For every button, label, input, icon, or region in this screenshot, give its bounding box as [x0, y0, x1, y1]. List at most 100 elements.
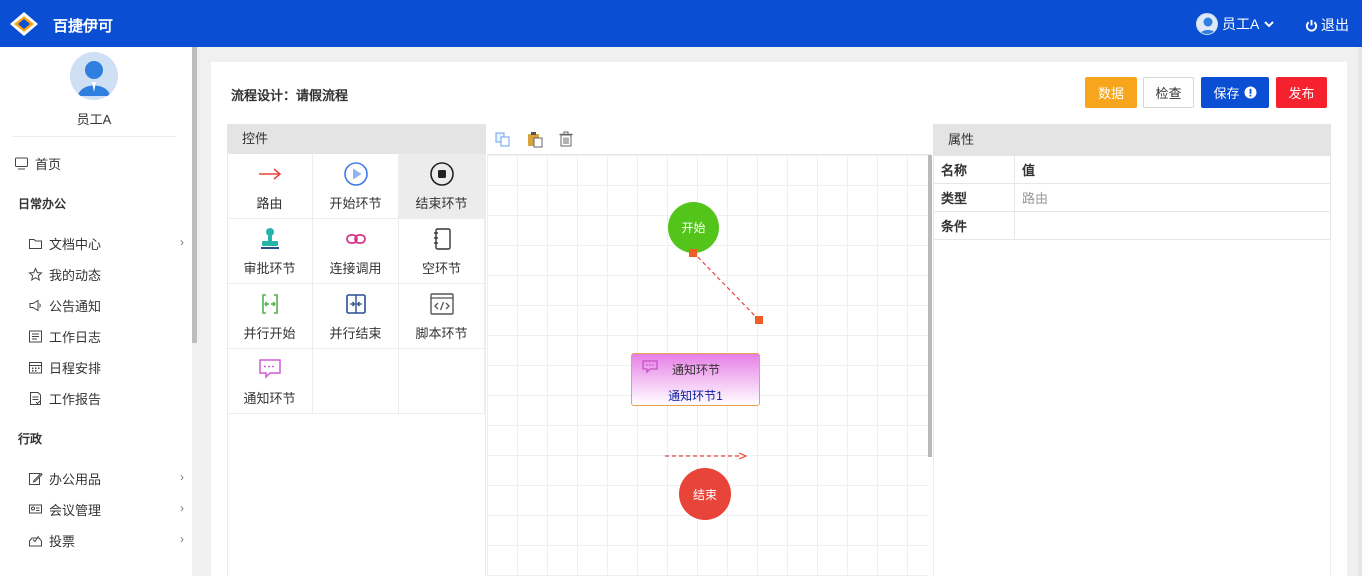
connection-handle[interactable] [755, 316, 763, 324]
palette-item-end[interactable]: 结束环节 [399, 154, 485, 219]
link-icon [345, 233, 366, 244]
sidebar-item-my-activity[interactable]: 我的动态 [28, 263, 188, 285]
connection-handle[interactable] [689, 249, 697, 257]
sidebar-item-home[interactable]: 首页 [14, 154, 61, 173]
canvas-scrollbar[interactable] [928, 155, 932, 457]
sidebar-item-work-log[interactable]: 工作日志 [28, 325, 188, 347]
stop-circle-icon [429, 161, 454, 186]
megaphone-icon [29, 299, 41, 311]
palette-item-empty[interactable]: 空环节 [399, 219, 485, 284]
user-name: 员工A [1222, 16, 1260, 32]
publish-button[interactable]: 发布 [1276, 77, 1327, 108]
sidebar-item-label: 投票 [49, 533, 76, 549]
chevron-right-icon: › [180, 501, 184, 515]
sidebar-item-meetings[interactable]: 会议管理 › [28, 498, 188, 520]
sidebar-group-daily: 日常办公 [18, 197, 67, 211]
calendar-icon [29, 361, 42, 373]
user-avatar-icon [1196, 13, 1218, 35]
sidebar-item-schedule[interactable]: 日程安排 [28, 356, 188, 378]
code-icon [429, 292, 454, 315]
properties-table: 名称 值 类型 路由 条件 [933, 155, 1331, 240]
property-key: 条件 [933, 211, 1015, 240]
palette-item-notify[interactable]: 通知环节 [227, 349, 313, 414]
folder-icon [29, 238, 42, 249]
notebook-icon [433, 227, 451, 250]
main-scrollbar[interactable] [1358, 47, 1362, 576]
paste-icon[interactable] [526, 130, 544, 148]
start-node[interactable]: 开始 [668, 202, 719, 253]
sidebar-item-label: 首页 [35, 157, 62, 172]
chevron-down-icon [1264, 21, 1275, 28]
edit-icon [29, 472, 43, 485]
check-button[interactable]: 检查 [1143, 77, 1194, 108]
property-key: 类型 [933, 183, 1015, 212]
play-circle-icon [343, 161, 368, 186]
palette-item-start[interactable]: 开始环节 [313, 154, 399, 219]
node-type-label: 通知环节 [672, 363, 721, 377]
palette-item-label: 审批环节 [243, 260, 296, 276]
sidebar-item-vote[interactable]: 投票 › [28, 529, 188, 551]
logout-button[interactable]: 退出 [1305, 15, 1349, 35]
palette-item-parallel-start[interactable]: 并行开始 [227, 284, 313, 349]
sidebar-item-office-supplies[interactable]: 办公用品 › [28, 467, 188, 489]
merge-icon [345, 293, 366, 314]
palette-item-label: 连接调用 [329, 260, 382, 276]
save-label: 保存 [1213, 86, 1240, 101]
end-node[interactable]: 结束 [679, 468, 731, 520]
sidebar-item-announcements[interactable]: 公告通知 [28, 294, 188, 316]
properties-header: 属性 [933, 124, 1331, 155]
app-title: 百捷伊可 [53, 18, 114, 35]
sidebar-item-work-report[interactable]: 工作报告 [28, 387, 188, 409]
palette-item-label: 结束环节 [415, 195, 468, 211]
monitor-icon [15, 157, 28, 170]
exclamation-icon [1244, 86, 1256, 99]
report-icon [30, 391, 41, 405]
stamp-icon [260, 227, 279, 249]
palette-empty-cell [313, 349, 399, 414]
power-icon [1305, 19, 1318, 31]
trash-icon[interactable] [557, 130, 575, 148]
table-row: 名称 值 [933, 155, 1331, 184]
journal-icon [29, 330, 42, 342]
palette-item-route[interactable]: 路由 [227, 154, 313, 219]
logo-icon [10, 12, 38, 36]
star-icon [28, 266, 43, 281]
property-value-type[interactable]: 路由 [1014, 183, 1331, 212]
sidebar-group-admin: 行政 [18, 432, 43, 446]
copy-icon[interactable] [494, 130, 512, 148]
notify-node[interactable]: 通知环节 通知环节1 [631, 353, 760, 406]
node-name-label: 通知环节1 [668, 389, 723, 403]
palette-item-link-call[interactable]: 连接调用 [313, 219, 399, 284]
logout-label: 退出 [1321, 17, 1349, 33]
palette-item-label: 路由 [256, 195, 283, 211]
meeting-icon [29, 504, 42, 513]
property-value-condition[interactable] [1014, 211, 1331, 240]
palette-item-label: 并行结束 [329, 325, 382, 341]
data-button[interactable]: 数据 [1085, 77, 1137, 108]
user-avatar-icon [70, 52, 118, 100]
palette-item-approval[interactable]: 审批环节 [227, 219, 313, 284]
sidebar-item-label: 我的动态 [49, 267, 102, 283]
sidebar-item-label: 办公用品 [49, 471, 102, 487]
sidebar-user-name: 员工A [76, 112, 112, 127]
chevron-right-icon: › [180, 470, 184, 484]
user-menu[interactable]: 员工A [1196, 12, 1275, 36]
palette-item-label: 通知环节 [243, 390, 296, 406]
palette-item-label: 开始环节 [329, 195, 382, 211]
table-row: 条件 [933, 211, 1331, 240]
sidebar-item-documents[interactable]: 文档中心 › [28, 232, 188, 254]
save-button[interactable]: 保存 [1201, 77, 1269, 108]
palette-item-parallel-end[interactable]: 并行结束 [313, 284, 399, 349]
column-header-value: 值 [1014, 155, 1331, 184]
palette-item-label: 并行开始 [243, 325, 296, 341]
sidebar-item-label: 会议管理 [49, 502, 102, 518]
sidebar-item-label: 工作报告 [49, 391, 102, 407]
palette-item-script[interactable]: 脚本环节 [399, 284, 485, 349]
message-icon [642, 360, 658, 374]
sidebar-scrollbar-thumb[interactable] [192, 47, 197, 343]
table-row: 类型 路由 [933, 183, 1331, 212]
page-title: 流程设计：请假流程 [231, 88, 349, 103]
chevron-right-icon: › [180, 235, 184, 249]
vote-icon [29, 535, 42, 546]
message-icon [258, 358, 281, 379]
